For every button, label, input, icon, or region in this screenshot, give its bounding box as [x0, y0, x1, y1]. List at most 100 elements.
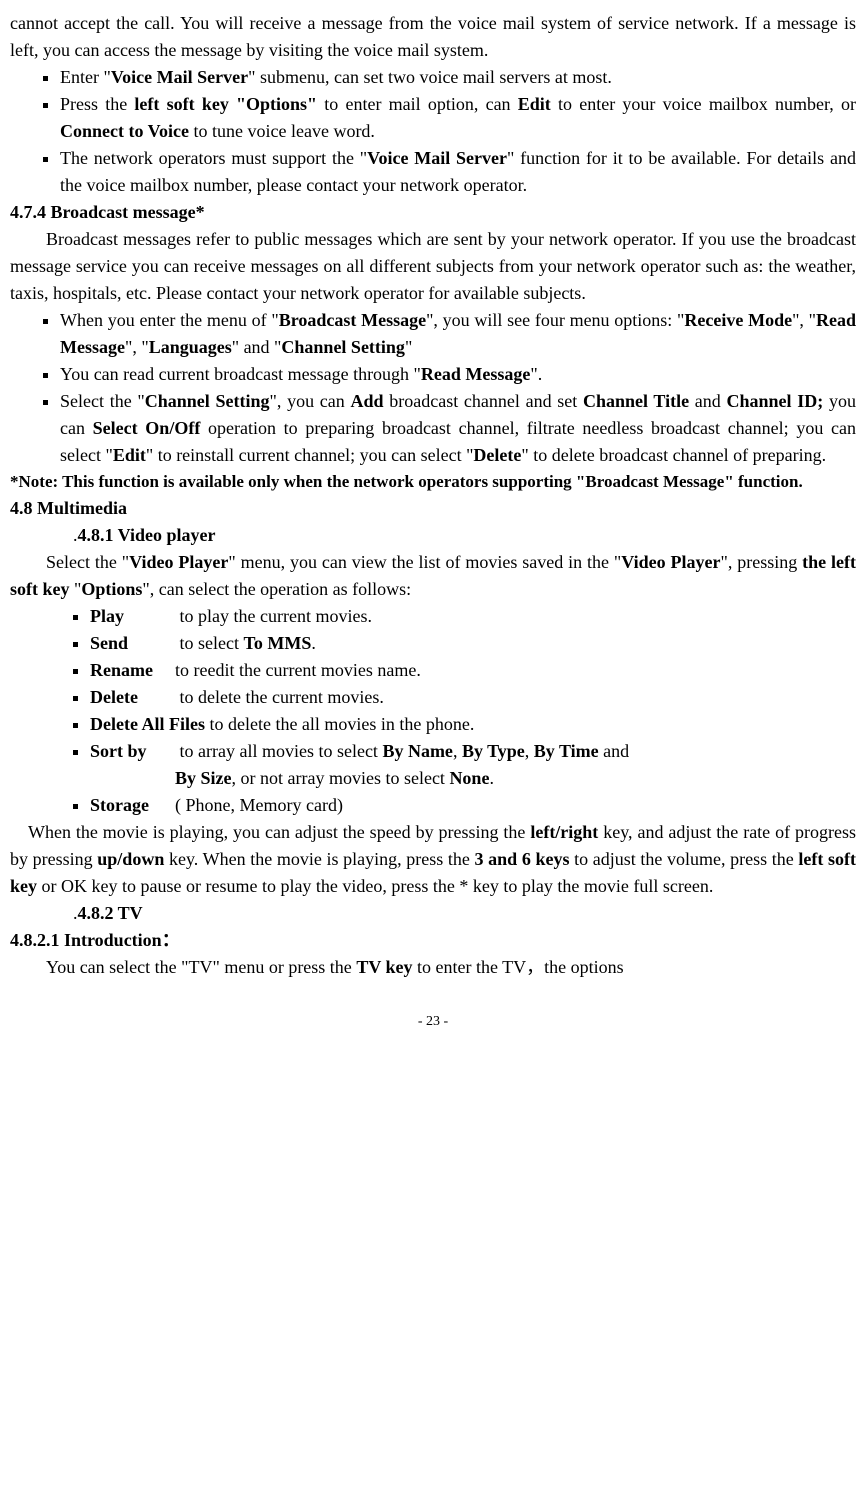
- list-item: The network operators must support the "…: [60, 145, 856, 199]
- bold-text: Channel Title: [583, 391, 689, 411]
- bold-text: Video Player: [621, 552, 720, 572]
- text: ": [405, 337, 412, 357]
- heading-481: 4.8.1 Video player: [10, 522, 856, 549]
- heading-482: 4.8.2 TV: [10, 900, 856, 927]
- text: " to reinstall current channel; you can …: [146, 445, 474, 465]
- bold-text: Delete: [473, 445, 521, 465]
- text: " submenu, can set two voice mail server…: [248, 67, 612, 87]
- text: to tune voice leave word.: [189, 121, 375, 141]
- text: ".: [530, 364, 542, 384]
- text: ", you will see four menu options: ": [426, 310, 684, 330]
- bold-text: Voice Mail Server: [111, 67, 248, 87]
- text: ", can select the operation as follows:: [142, 579, 411, 599]
- text: .: [489, 768, 494, 788]
- text: ,: [453, 741, 462, 761]
- list-item: Renameto reedit the current movies name.: [90, 657, 856, 684]
- text: ,: [525, 741, 534, 761]
- option-desc: to play the current movies.: [175, 606, 372, 626]
- text: When the movie is playing, you can adjus…: [28, 822, 530, 842]
- list-item: Sort by to array all movies to select By…: [90, 738, 856, 792]
- bold-text: Options: [81, 579, 142, 599]
- bold-text: Broadcast Message: [279, 310, 426, 330]
- text: ", you can: [270, 391, 351, 411]
- note-text: *Note: This function is available only w…: [10, 469, 856, 495]
- option-label: Send: [90, 630, 175, 657]
- text: and: [599, 741, 630, 761]
- option-desc: ( Phone, Memory card): [175, 795, 343, 815]
- text: ", pressing: [720, 552, 802, 572]
- text: ", ": [792, 310, 816, 330]
- list-item: Select the "Channel Setting", you can Ad…: [60, 388, 856, 469]
- page-number: - 23 -: [10, 1011, 856, 1032]
- bold-text: left/right: [530, 822, 598, 842]
- list-item: Delete All Files to delete the all movie…: [90, 711, 856, 738]
- text: You can read current broadcast message t…: [60, 364, 421, 384]
- text: to array all movies to select: [175, 741, 382, 761]
- text: or OK key to pause or resume to play the…: [37, 876, 713, 896]
- heading-4821: 4.8.2.1 Introduction：: [10, 927, 856, 954]
- text: to enter your voice mailbox number, or: [551, 94, 856, 114]
- option-desc: to reedit the current movies name.: [175, 660, 421, 680]
- list-item: Send to select To MMS.: [90, 630, 856, 657]
- voicemail-list: Enter "Voice Mail Server" submenu, can s…: [10, 64, 856, 199]
- text: and: [689, 391, 726, 411]
- list-item: Press the left soft key "Options" to ent…: [60, 91, 856, 145]
- bold-text: Add: [350, 391, 383, 411]
- text: Select the ": [46, 552, 129, 572]
- tv-paragraph: You can select the "TV" menu or press th…: [10, 954, 856, 981]
- heading-48: 4.8 Multimedia: [10, 495, 856, 522]
- text: Select the ": [60, 391, 145, 411]
- list-item: You can read current broadcast message t…: [60, 361, 856, 388]
- text: The network operators must support the ": [60, 148, 367, 168]
- bold-text: Channel ID;: [727, 391, 824, 411]
- list-item: Play to play the current movies.: [90, 603, 856, 630]
- bold-text: TV key: [356, 957, 412, 977]
- text: " to delete broadcast channel of prepari…: [521, 445, 826, 465]
- list-item: Delete to delete the current movies.: [90, 684, 856, 711]
- list-item: When you enter the menu of "Broadcast Me…: [60, 307, 856, 361]
- text: Press the: [60, 94, 134, 114]
- text: , or not array movies to select: [232, 768, 450, 788]
- text: to enter mail option, can: [317, 94, 518, 114]
- bold-text: left soft key "Options": [134, 94, 317, 114]
- bold-text: Edit: [113, 445, 146, 465]
- option-label: Storage: [90, 792, 175, 819]
- text: You can select the "TV" menu or press th…: [46, 957, 356, 977]
- bold-text: Read Message: [421, 364, 530, 384]
- bold-text: By Type: [462, 741, 525, 761]
- bold-text: Connect to Voice: [60, 121, 189, 141]
- bold-text: To MMS: [243, 633, 311, 653]
- option-label: Play: [90, 603, 175, 630]
- bold-text: Voice Mail Server: [367, 148, 507, 168]
- text: ": [70, 579, 82, 599]
- option-label: Delete All Files: [90, 714, 205, 734]
- option-label: Sort by: [90, 738, 175, 765]
- text: " and ": [232, 337, 282, 357]
- text: to enter the TV，the options: [413, 957, 624, 977]
- bold-text: Video Player: [129, 552, 228, 572]
- text: key. When the movie is playing, press th…: [164, 849, 474, 869]
- bold-text: By Time: [534, 741, 599, 761]
- text: When you enter the menu of ": [60, 310, 279, 330]
- text: ", ": [125, 337, 149, 357]
- text: Enter ": [60, 67, 111, 87]
- list-item: Enter "Voice Mail Server" submenu, can s…: [60, 64, 856, 91]
- text: to adjust the volume, press the: [569, 849, 798, 869]
- text: " menu, you can view the list of movies …: [228, 552, 621, 572]
- text: .: [311, 633, 316, 653]
- option-label: Delete: [90, 684, 175, 711]
- option-desc: to delete the all movies in the phone.: [205, 714, 474, 734]
- bold-text: up/down: [97, 849, 164, 869]
- video-paragraph-2: When the movie is playing, you can adjus…: [10, 819, 856, 900]
- video-paragraph: Select the "Video Player" menu, you can …: [10, 549, 856, 603]
- bold-text: Channel Setting: [145, 391, 270, 411]
- broadcast-paragraph: Broadcast messages refer to public messa…: [10, 226, 856, 307]
- options-list: Play to play the current movies. Send to…: [10, 603, 856, 819]
- text: broadcast channel and set: [384, 391, 584, 411]
- text: to select: [175, 633, 243, 653]
- broadcast-list: When you enter the menu of "Broadcast Me…: [10, 307, 856, 469]
- option-label: Rename: [90, 657, 175, 684]
- bold-text: Select On/Off: [93, 418, 201, 438]
- bold-text: Receive Mode: [684, 310, 792, 330]
- bold-text: Edit: [518, 94, 551, 114]
